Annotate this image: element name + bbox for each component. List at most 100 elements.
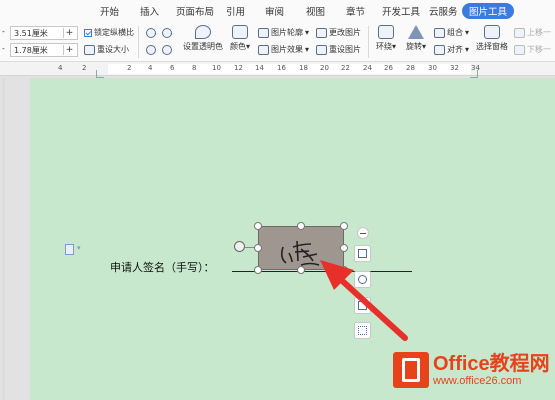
signature-image[interactable]: 小李 xyxy=(258,226,344,270)
applicant-signature-label: 申请人签名（手写）： xyxy=(110,261,215,274)
reset-size-button[interactable]: 重设大小 xyxy=(84,44,129,55)
tab-chapter[interactable]: 章节 xyxy=(346,4,365,18)
resize-handle-right[interactable] xyxy=(340,244,348,252)
send-backward-label: 下移一 xyxy=(527,45,551,54)
resize-handle-bottom-left[interactable] xyxy=(254,266,262,274)
office26-watermark: Office教程网 www.office26.com xyxy=(393,352,550,388)
set-transparent-color-label: 设置透明色 xyxy=(183,42,223,51)
office-logo-icon xyxy=(393,352,429,388)
color-button[interactable]: 颜色▾ xyxy=(228,25,252,52)
tab-insert[interactable]: 插入 xyxy=(140,4,159,18)
vertical-ruler xyxy=(2,78,5,400)
height-spinner[interactable]: 1.78厘米 + xyxy=(10,43,78,57)
width-spinner[interactable]: 3.51厘米 + xyxy=(10,26,78,40)
reset-picture-icon xyxy=(316,44,327,55)
resize-handle-top-right[interactable] xyxy=(340,222,348,230)
set-transparent-color-button[interactable]: 设置透明色 xyxy=(181,25,225,52)
ruler-label: 28 xyxy=(406,64,415,72)
ruler-label: 20 xyxy=(320,64,329,72)
width-plus[interactable]: + xyxy=(63,28,75,38)
resize-handle-top-left[interactable] xyxy=(254,222,262,230)
picture-effect-button[interactable]: 图片效果 ▾ xyxy=(258,44,309,55)
brightness-down-icon[interactable] xyxy=(162,45,172,55)
layout-options-button[interactable] xyxy=(354,245,371,262)
height-plus[interactable]: + xyxy=(63,45,75,55)
tab-home[interactable]: 开始 xyxy=(100,4,119,18)
watermark-title: Office教程网 xyxy=(433,353,550,375)
ruler-label: 2 xyxy=(82,64,87,72)
width-value[interactable]: 3.51厘米 xyxy=(11,28,63,39)
settings-grid-icon xyxy=(358,326,367,335)
crop-icon xyxy=(358,301,367,310)
bring-forward-button[interactable]: 上移一 xyxy=(514,27,551,38)
send-backward-button[interactable]: 下移一 xyxy=(514,44,551,55)
rotate-handle-icon[interactable] xyxy=(234,241,245,252)
rotate-button[interactable]: 旋转▾ xyxy=(402,25,430,52)
crop-picture-button[interactable] xyxy=(354,297,371,314)
resize-handle-bottom-right[interactable] xyxy=(340,266,348,274)
checkbox-checked-icon xyxy=(84,28,92,37)
layout-options-icon xyxy=(358,249,367,258)
tab-view[interactable]: 视图 xyxy=(306,4,325,18)
height-minus[interactable]: - xyxy=(2,44,5,53)
resize-handle-bottom[interactable] xyxy=(297,266,305,274)
contrast-up-icon[interactable] xyxy=(146,28,156,38)
ruler-label: 2 xyxy=(127,64,132,72)
picture-outline-icon xyxy=(258,27,269,38)
reset-size-icon xyxy=(84,44,95,55)
paragraph-handle-dropdown[interactable]: ▾ xyxy=(77,244,81,252)
paragraph-handle-icon[interactable] xyxy=(65,244,74,255)
collapse-toolbar-button[interactable] xyxy=(357,227,369,239)
ruler-label: 10 xyxy=(212,64,221,72)
tab-picture-tools[interactable]: 图片工具 xyxy=(462,3,515,19)
bring-forward-icon xyxy=(514,27,525,38)
watermark-url: www.office26.com xyxy=(433,375,522,387)
ruler-label: 30 xyxy=(428,64,437,72)
align-button[interactable]: 对齐 ▾ xyxy=(434,44,469,55)
wrap-button[interactable]: 环绕▾ xyxy=(372,25,400,52)
reset-size-label: 重设大小 xyxy=(97,45,129,54)
selection-pane-icon xyxy=(484,25,500,39)
rotate-icon xyxy=(408,25,424,39)
tab-review[interactable]: 审阅 xyxy=(265,4,284,18)
ruler-label: 22 xyxy=(341,64,350,72)
wrap-label: 环绕 xyxy=(375,42,392,51)
handwritten-signature: 小李 xyxy=(280,240,320,266)
selection-pane-button[interactable]: 选择窗格 xyxy=(474,25,510,52)
dropdown-arrow: ▾ xyxy=(465,28,470,37)
change-picture-button[interactable]: 更改图片 xyxy=(316,27,361,38)
send-backward-icon xyxy=(514,44,525,55)
resize-handle-top[interactable] xyxy=(297,222,305,230)
ribbon-divider xyxy=(138,26,139,58)
margin-corner-mark xyxy=(96,70,104,78)
ribbon: - 3.51厘米 + - 1.78厘米 + 锁定纵横比 重设大小 设置透明色 颜… xyxy=(0,22,555,62)
brightness-up-icon[interactable] xyxy=(146,45,156,55)
group-label: 组合 xyxy=(447,28,463,37)
width-minus[interactable]: - xyxy=(2,27,5,36)
contrast-down-icon[interactable] xyxy=(162,28,172,38)
tab-page-layout[interactable]: 页面布局 xyxy=(176,4,214,18)
ruler-label: 4 xyxy=(148,64,153,72)
tab-cloud[interactable]: 云服务 xyxy=(429,4,458,18)
bring-forward-label: 上移一 xyxy=(527,28,551,37)
ribbon-divider xyxy=(368,26,369,58)
tab-developer[interactable]: 开发工具 xyxy=(382,4,420,18)
height-value[interactable]: 1.78厘米 xyxy=(11,45,63,56)
ruler-label: 16 xyxy=(277,64,286,72)
tab-references[interactable]: 引用 xyxy=(226,4,245,18)
dropdown-arrow: ▾ xyxy=(465,45,470,54)
change-picture-icon xyxy=(316,27,327,38)
dropdown-arrow: ▾ xyxy=(245,42,250,51)
margin-corner-mark xyxy=(470,70,478,78)
change-picture-label: 更改图片 xyxy=(329,28,361,37)
color-icon xyxy=(232,25,248,39)
resize-handle-left[interactable] xyxy=(254,244,262,252)
align-icon xyxy=(434,44,445,55)
group-button[interactable]: 组合 ▾ xyxy=(434,27,469,38)
zoom-picture-button[interactable] xyxy=(354,271,371,288)
picture-outline-button[interactable]: 图片轮廓 ▾ xyxy=(258,27,309,38)
reset-picture-button[interactable]: 重设图片 xyxy=(316,44,361,55)
picture-settings-button[interactable] xyxy=(354,322,371,339)
lock-ratio-label: 锁定纵横比 xyxy=(94,28,134,37)
lock-ratio-checkbox[interactable]: 锁定纵横比 xyxy=(84,27,134,38)
